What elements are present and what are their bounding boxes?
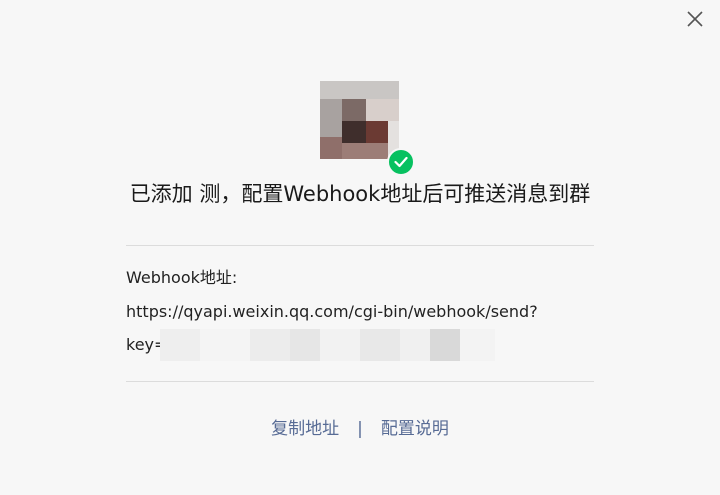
config-help-link[interactable]: 配置说明: [381, 419, 449, 439]
bot-avatar-group: [320, 81, 415, 176]
bottom-divider: [126, 381, 594, 382]
dialog-title: 已添加 测，配置Webhook地址后可推送消息到群: [129, 182, 591, 206]
avatar-image: [320, 81, 399, 159]
close-icon[interactable]: [684, 8, 706, 30]
webhook-url[interactable]: https://qyapi.weixin.qq.com/cgi-bin/webh…: [126, 300, 538, 324]
webhook-added-dialog: 已添加 测，配置Webhook地址后可推送消息到群 Webhook地址: htt…: [0, 0, 720, 495]
webhook-label: Webhook地址:: [126, 268, 238, 287]
top-divider: [126, 245, 594, 246]
check-icon: [387, 148, 415, 176]
dialog-actions: 复制地址 | 配置说明: [0, 416, 720, 442]
action-separator: |: [357, 419, 363, 439]
webhook-key-redacted: [160, 329, 495, 361]
copy-url-link[interactable]: 复制地址: [271, 419, 339, 439]
